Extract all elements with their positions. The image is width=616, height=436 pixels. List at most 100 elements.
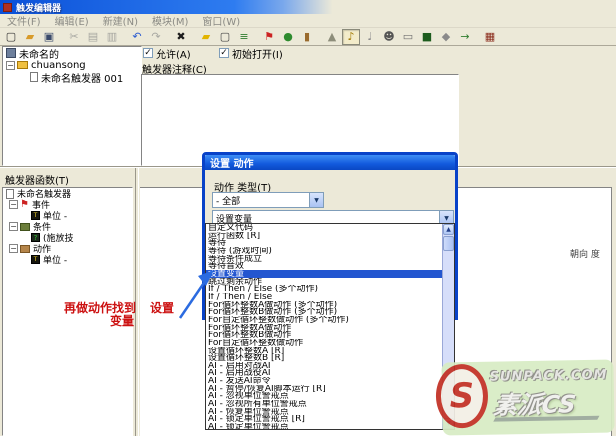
function-tree-event-item[interactable]: T 单位 - — [3, 210, 132, 221]
action-type-select[interactable]: - 全部 ▼ — [212, 192, 324, 208]
list-item[interactable]: For自定循环整数做动作 (多个动作) — [206, 316, 442, 324]
scroll-up-icon[interactable]: ▲ — [443, 224, 454, 235]
unit-editor-button[interactable]: ☻ — [380, 29, 398, 45]
tree-item-label: 单位 - — [43, 253, 67, 266]
import-icon: ▦ — [485, 30, 495, 43]
chevron-down-icon[interactable]: ▼ — [309, 193, 323, 207]
function-tree-trigger[interactable]: 未命名触发器 — [3, 188, 132, 199]
variables-button[interactable]: ▲ — [323, 29, 341, 45]
collapse-icon[interactable]: − — [6, 61, 15, 70]
list-item-selected[interactable]: 设置变量 — [206, 270, 442, 278]
region-button[interactable]: ■ — [418, 29, 436, 45]
list-item[interactable]: For自定循环整数做动作 — [206, 339, 442, 347]
action-type-value: - 全部 — [213, 194, 309, 207]
export-button[interactable]: → — [456, 29, 474, 45]
menu-edit[interactable]: 编辑(E) — [48, 13, 96, 28]
copy-button[interactable]: ▤ — [84, 29, 102, 45]
new-condition-button[interactable]: ● — [279, 29, 297, 45]
new-comment-icon: ≡ — [239, 30, 248, 43]
annotation-line1a: 再做动作找到 — [64, 301, 136, 315]
list-item[interactable]: 运行函数 [R] — [206, 232, 442, 240]
new-action-button[interactable]: ▮ — [298, 29, 316, 45]
scrollbar-thumb[interactable] — [443, 236, 454, 251]
redo-icon: ↷ — [151, 30, 160, 43]
check-script-button[interactable]: ✖ — [172, 29, 190, 45]
list-item[interactable]: AI - 恢复单位警戒点 — [206, 408, 442, 416]
function-tree-actions[interactable]: − 动作 — [3, 243, 132, 254]
check-script-icon: ✖ — [176, 30, 185, 43]
list-item[interactable]: If / Then / Else (多个动作) — [206, 285, 442, 293]
list-item[interactable]: 自定义代码 — [206, 224, 442, 232]
menu-new[interactable]: 新建(N) — [96, 13, 145, 28]
new-comment-button[interactable]: ≡ — [235, 29, 253, 45]
new-document-button[interactable]: ▢ — [2, 29, 20, 45]
list-item[interactable]: AI - 启用战役AI — [206, 369, 442, 377]
function-tree-action-item[interactable]: T 单位 - — [3, 254, 132, 265]
import-button[interactable]: ▦ — [481, 29, 499, 45]
cut-button[interactable]: ✂ — [65, 29, 83, 45]
list-item[interactable]: 等待条件成立 — [206, 255, 442, 263]
new-category-button[interactable]: ▰ — [197, 29, 215, 45]
app-icon — [3, 3, 12, 12]
list-item[interactable]: For循环整数B做动作 — [206, 331, 442, 339]
new-trigger-button[interactable]: ▢ — [216, 29, 234, 45]
menu-module[interactable]: 模块(M) — [145, 13, 195, 28]
collapse-icon[interactable]: − — [9, 244, 18, 253]
paste-button[interactable]: ▥ — [103, 29, 121, 45]
dialog-title-bar[interactable]: 设置 动作 — [205, 155, 455, 170]
list-item[interactable]: AI - 发送AI命令 — [206, 377, 442, 385]
list-item[interactable]: AI - 锁定单位警戒点 [R] — [206, 415, 442, 423]
open-button[interactable]: ▰ — [21, 29, 39, 45]
redo-button[interactable]: ↷ — [147, 29, 165, 45]
list-item[interactable]: AI - 忽视所有单位警戒点 — [206, 400, 442, 408]
action-list-rows: 自定义代码 运行函数 [R] 等待 等待 (游戏时间) 等待条件成立 等待音效 … — [206, 224, 442, 429]
open-folder-icon: ▰ — [26, 30, 34, 43]
list-item[interactable]: AI - 忽视单位警戒点 — [206, 392, 442, 400]
menu-window[interactable]: 窗口(W) — [195, 13, 247, 28]
save-button[interactable]: ▣ — [40, 29, 58, 45]
enabled-checkbox[interactable]: ✓ — [143, 48, 153, 58]
title-bar[interactable]: 触发编辑器 — [0, 0, 616, 14]
collapse-icon[interactable]: − — [9, 200, 18, 209]
new-event-button[interactable]: ⚑ — [260, 29, 278, 45]
list-item[interactable]: 等待 (游戏时间) — [206, 247, 442, 255]
function-tree-condition-item[interactable]: ? (施放技 — [3, 232, 132, 243]
list-item[interactable]: 等待 — [206, 239, 442, 247]
trigger-tree-panel: 未命名的 − chuansong 未命名触发器 001 — [2, 46, 142, 166]
document-icon — [30, 72, 38, 82]
new-event-icon: ⚑ — [264, 30, 274, 43]
list-item[interactable]: AI - 启用对战AI — [206, 362, 442, 370]
list-item[interactable]: For循环整数A做动作 — [206, 324, 442, 332]
watermark: S SUNPACK.COM 素派CS — [441, 360, 614, 436]
mute-speaker-button[interactable]: ♩ — [361, 29, 379, 45]
menu-file[interactable]: 文件(F) — [0, 13, 48, 28]
tree-item-root[interactable]: 未命名的 — [3, 47, 141, 59]
list-item[interactable]: 设置循环整数B [R] — [206, 354, 442, 362]
list-item[interactable]: AI - 锁定单位警戒点 — [206, 423, 442, 429]
dialog-title: 设置 动作 — [210, 155, 253, 170]
list-item[interactable]: AI - 暂停/恢复AI脚本运行 [R] — [206, 385, 442, 393]
enabled-checkbox-row: ✓ 允许(A) — [143, 47, 191, 59]
watermark-logo-icon: S — [435, 364, 488, 429]
list-item[interactable]: For循环整数A做动作 (多个动作) — [206, 301, 442, 309]
trigger-text-fragment: 朝向 度 — [570, 247, 600, 260]
list-item[interactable]: 跳过剩余动作 — [206, 278, 442, 286]
list-item[interactable]: 等待音效 — [206, 262, 442, 270]
item-editor-button[interactable]: ▭ — [399, 29, 417, 45]
tree-item-trigger[interactable]: 未命名触发器 001 — [3, 71, 141, 83]
save-icon: ▣ — [44, 30, 54, 43]
list-item[interactable]: 设置循环整数A [R] — [206, 347, 442, 355]
collapse-icon[interactable]: − — [9, 222, 18, 231]
initially-on-label: 初始打开(I) — [232, 46, 283, 61]
copy-icon: ▤ — [88, 30, 98, 43]
sound-button[interactable]: ♪ — [342, 29, 360, 45]
list-item[interactable]: If / Then / Else — [206, 293, 442, 301]
list-item[interactable]: For循环整数B做动作 (多个动作) — [206, 308, 442, 316]
doodad-button[interactable]: ◆ — [437, 29, 455, 45]
new-category-icon: ▰ — [202, 30, 210, 43]
undo-button[interactable]: ↶ — [128, 29, 146, 45]
function-tree-events[interactable]: − ⚑ 事件 — [3, 199, 132, 210]
unit-icon: T — [31, 211, 40, 220]
initially-on-checkbox[interactable]: ✓ — [219, 48, 229, 58]
enabled-label: 允许(A) — [156, 46, 191, 61]
